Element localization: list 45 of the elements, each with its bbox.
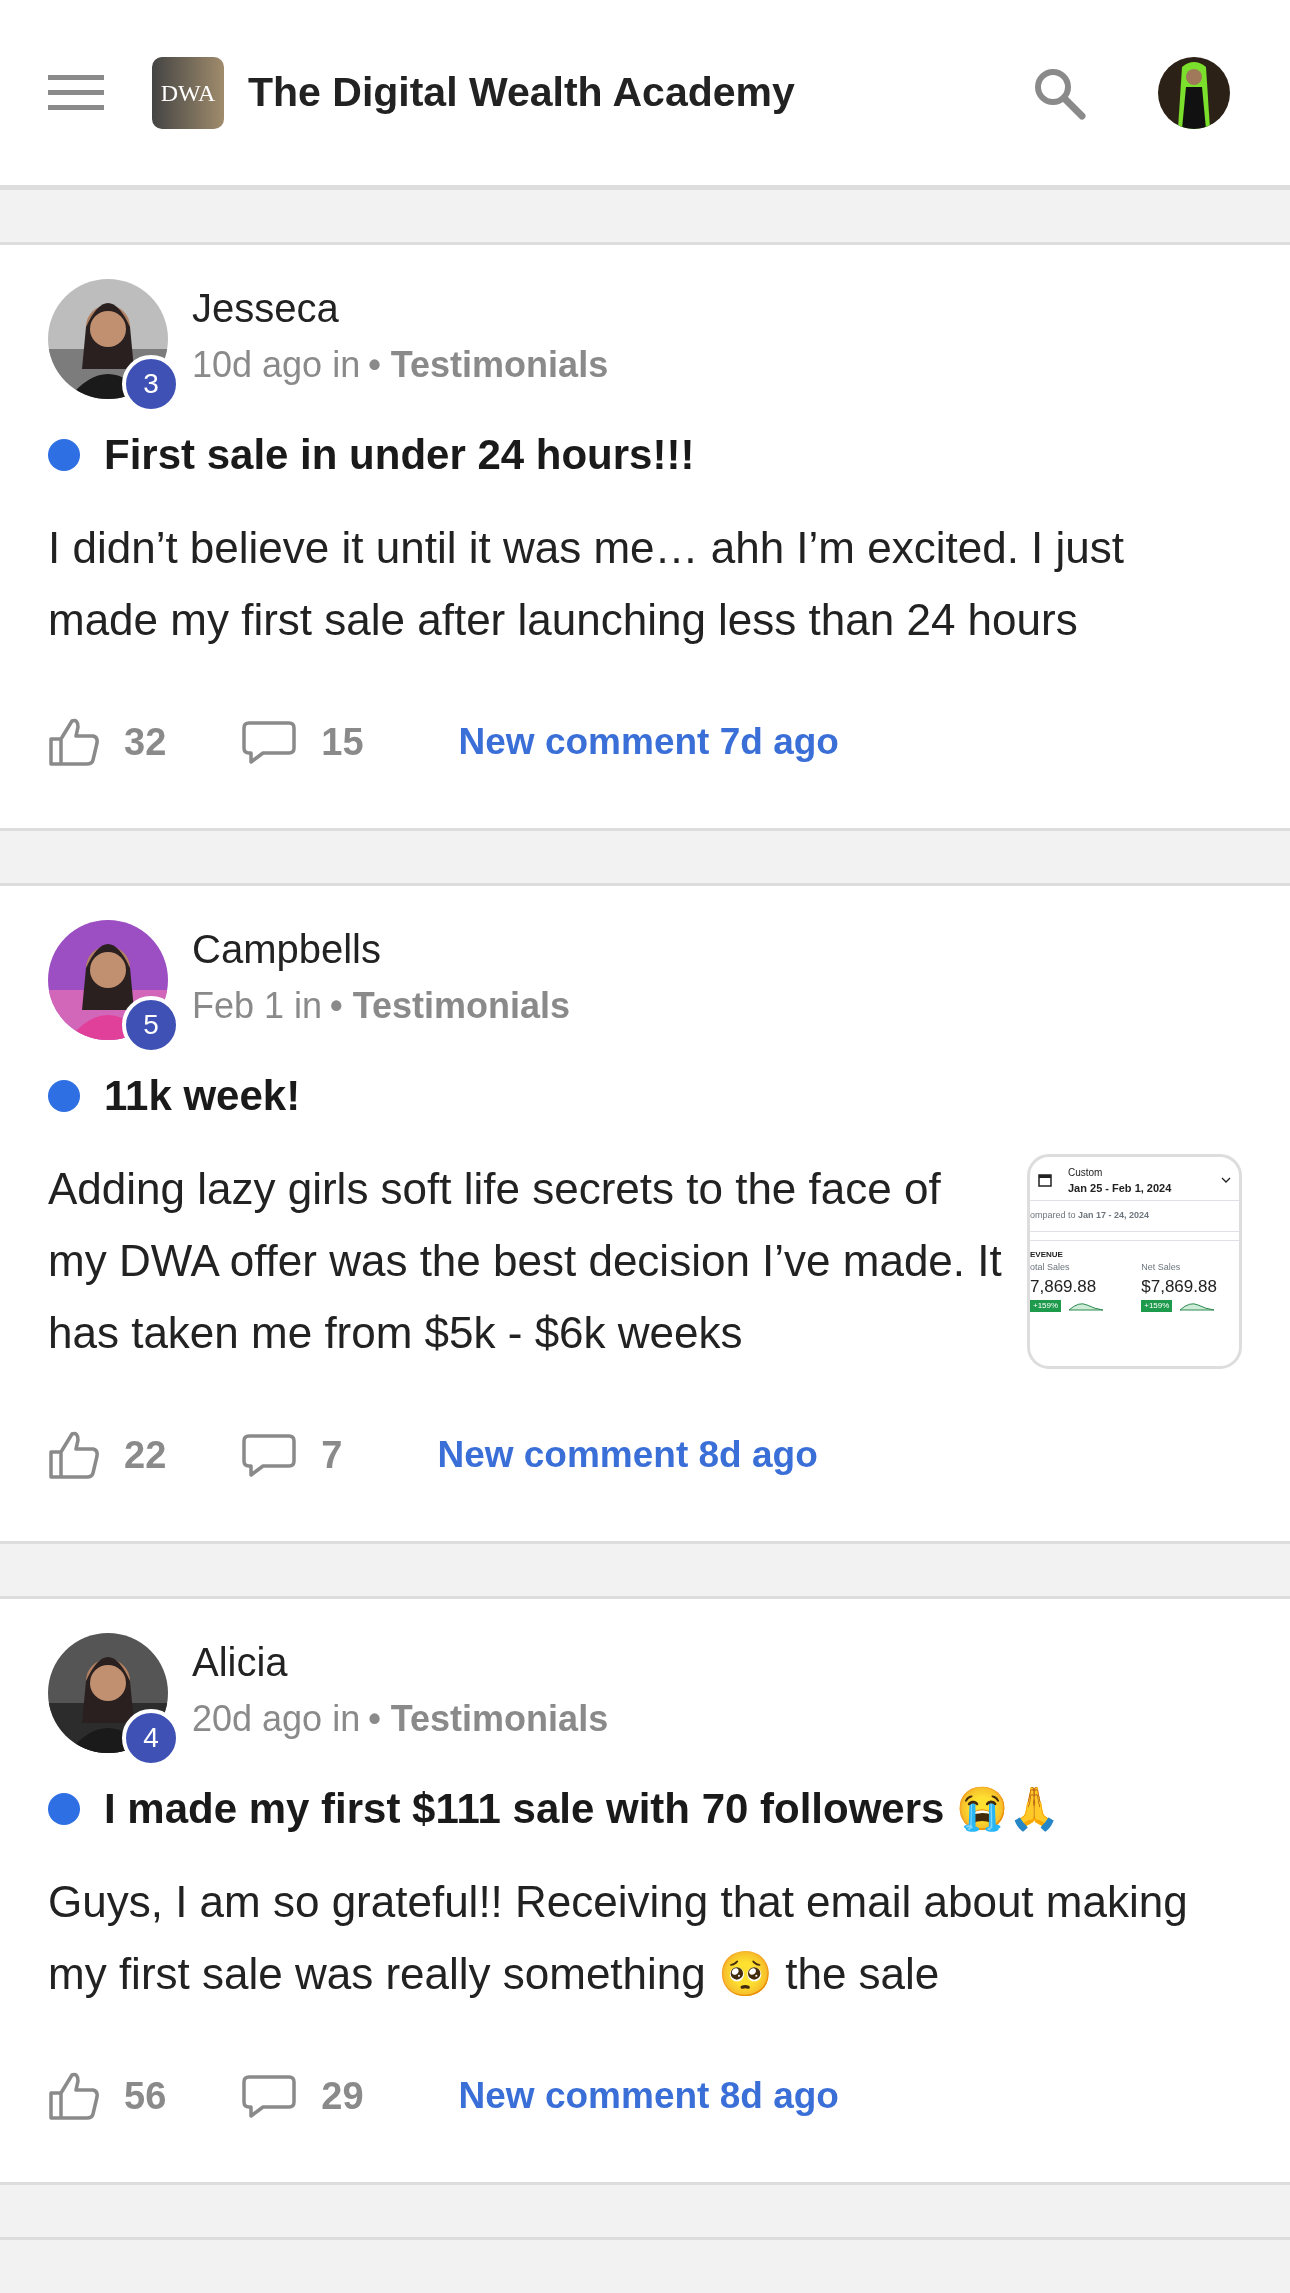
post-thumbnail[interactable]: Custom Jan 25 - Feb 1, 2024 ompared to Jan 17 - 24, 2024 EVENUE otal Sales 7,869.88 +159% Net Sales $7,869.88 +159%	[1027, 1153, 1242, 1369]
post-time: 20d ago in	[192, 1698, 361, 1739]
thumbs-up-icon[interactable]	[48, 717, 100, 767]
comment-count: 29	[321, 2073, 364, 2119]
comment-icon[interactable]	[241, 720, 298, 764]
comment-count: 15	[321, 719, 364, 765]
comment-count: 7	[321, 1432, 343, 1478]
calendar-icon	[1038, 1173, 1052, 1188]
post-time: Feb 1 in	[192, 985, 323, 1026]
thumbs-up-icon[interactable]	[48, 1430, 100, 1480]
like-count: 56	[124, 2073, 167, 2119]
new-comment-link[interactable]: New comment 7d ago	[458, 714, 839, 770]
chevron-icon	[1221, 1176, 1231, 1185]
menu-icon[interactable]	[48, 72, 104, 113]
thumbs-up-icon[interactable]	[48, 2071, 100, 2121]
metric-label: otal Sales	[1030, 1260, 1071, 1274]
sparkline	[1069, 1300, 1104, 1311]
author-name[interactable]: Alicia	[192, 1640, 609, 1684]
change-badge: +159%	[1030, 1299, 1062, 1312]
section-label: EVENUE	[1030, 1239, 1239, 1261]
new-comment-link[interactable]: New comment 8d ago	[437, 1427, 818, 1483]
change-badge: +159%	[1141, 1299, 1173, 1312]
post-time: 10d ago in	[192, 344, 361, 385]
comment-icon[interactable]	[241, 1433, 298, 1477]
metric-label: Net Sales	[1141, 1260, 1182, 1274]
post-body: Adding lazy girls soft life secrets to the face of my DWA offer was the best decision I’ve made. It has taken me from $5k - $6k weeks	[48, 1163, 1003, 1359]
post-body: I didn’t believe it until it was me… ahh I’m excited. I just made my first sale after launching less than 24 hours	[48, 522, 1126, 646]
metric-value: $7,869.88	[1141, 1276, 1218, 1298]
author-name[interactable]: Jesseca	[192, 286, 609, 330]
sparkline	[1180, 1300, 1215, 1311]
comment-icon[interactable]	[241, 2074, 298, 2118]
post-title[interactable]: I made my first $111 sale with 70 followers 😭🙏	[104, 1777, 1061, 1840]
app-title: The Digital Wealth Academy	[248, 67, 795, 117]
post-title[interactable]: 11k week!	[104, 1064, 301, 1127]
metric-value: 7,869.88	[1030, 1276, 1098, 1298]
post-body: Guys, I am so grateful!! Receiving that email about making my first sale was really something 🥺 the sale	[48, 1876, 1189, 2000]
compared-text: ompared to Jan 17 - 24, 2024	[1030, 1201, 1239, 1232]
range-label: Custom	[1068, 1165, 1104, 1180]
new-comment-link[interactable]: New comment 8d ago	[458, 2068, 839, 2124]
date-range: Jan 25 - Feb 1, 2024	[1068, 1180, 1173, 1196]
post-title[interactable]: First sale in under 24 hours!!!	[104, 423, 695, 486]
like-count: 32	[124, 719, 167, 765]
author-name[interactable]: Campbells	[192, 927, 571, 971]
like-count: 22	[124, 1432, 167, 1478]
logo[interactable]: DWA	[152, 56, 224, 129]
